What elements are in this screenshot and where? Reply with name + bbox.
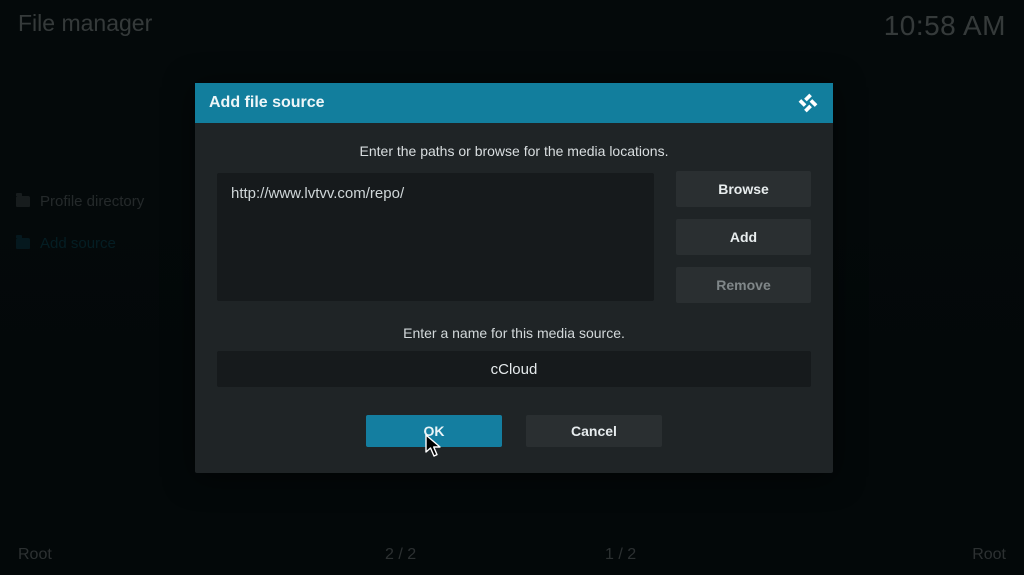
add-file-source-dialog: Add file source Enter the paths or brows… [195,83,833,473]
source-name-input[interactable]: cCloud [217,351,811,387]
ok-button[interactable]: OK [366,415,502,447]
cancel-button[interactable]: Cancel [526,415,662,447]
dialog-name-instruction: Enter a name for this media source. [217,325,811,341]
dialog-title: Add file source [209,94,325,112]
path-list[interactable]: http://www.lvtvv.com/repo/ [217,173,654,301]
browse-button[interactable]: Browse [676,171,811,207]
path-item[interactable]: http://www.lvtvv.com/repo/ [231,185,640,207]
dialog-path-instruction: Enter the paths or browse for the media … [217,143,811,159]
remove-path-button[interactable]: Remove [676,267,811,303]
add-path-button[interactable]: Add [676,219,811,255]
kodi-logo-icon [797,92,819,114]
dialog-header: Add file source [195,83,833,123]
